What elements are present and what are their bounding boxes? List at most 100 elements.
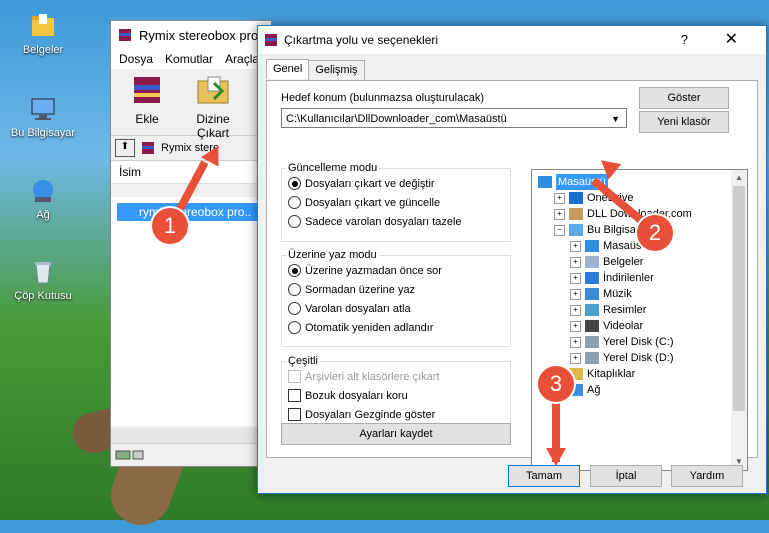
- chevron-down-icon[interactable]: ▼: [611, 109, 620, 129]
- update-mode-option[interactable]: Dosyaları çıkart ve değiştir: [282, 174, 510, 193]
- misc-option-keep-broken[interactable]: Bozuk dosyaları koru: [282, 386, 510, 405]
- desktop-icon: [538, 176, 552, 188]
- videos-icon: [585, 320, 599, 332]
- destination-label: Hedef konum (bulunmazsa oluşturulacak): [281, 92, 484, 104]
- menu-item-tools[interactable]: Araçla: [225, 52, 259, 66]
- add-button-label: Ekle: [135, 112, 159, 126]
- tree-vertical-scrollbar[interactable]: ▲ ▼: [731, 170, 747, 470]
- misc-option-show-in-explorer[interactable]: Dosyaları Gezginde göster: [282, 405, 510, 424]
- close-icon[interactable]: ✕: [725, 29, 738, 49]
- desktop-icon-label: Ağ: [36, 209, 50, 221]
- update-mode-option[interactable]: Dosyaları çıkart ve güncelle: [282, 193, 510, 212]
- expand-icon[interactable]: +: [554, 208, 565, 220]
- expand-icon[interactable]: +: [570, 352, 581, 364]
- expand-icon[interactable]: +: [570, 304, 581, 316]
- expand-icon[interactable]: +: [570, 336, 581, 348]
- checkbox[interactable]: [288, 389, 301, 402]
- option-label: Dosyaları çıkart ve değiştir: [305, 177, 435, 190]
- destination-path-combo[interactable]: C:\Kullanıcılar\DllDownloader_com\Masaüs…: [281, 108, 627, 128]
- winrar-titlebar[interactable]: Rymix stereobox pro: [111, 21, 271, 49]
- radio-button[interactable]: [288, 283, 301, 296]
- update-mode-legend: Güncelleme modu: [288, 162, 378, 174]
- extract-dialog: Çıkartma yolu ve seçenekleri ? ✕ Genel G…: [257, 25, 767, 494]
- expand-icon[interactable]: +: [570, 320, 581, 332]
- desktop-icon-network[interactable]: Ağ: [8, 177, 78, 221]
- desktop-icon-documents[interactable]: Belgeler: [8, 12, 78, 56]
- radio-button[interactable]: [288, 321, 301, 334]
- overwrite-mode-legend: Üzerine yaz modu: [288, 249, 377, 261]
- tab-general[interactable]: Genel: [266, 59, 310, 79]
- overwrite-mode-option[interactable]: Varolan dosyaları atla: [282, 299, 510, 318]
- overwrite-mode-option[interactable]: Otomatik yeniden adlandır: [282, 318, 510, 337]
- checkbox[interactable]: [288, 408, 301, 421]
- expand-icon[interactable]: +: [570, 272, 581, 284]
- list-item[interactable]: rymix stereobox pro..: [117, 203, 265, 221]
- dialog-titlebar[interactable]: Çıkartma yolu ve seçenekleri ? ✕: [258, 26, 766, 54]
- tree-node[interactable]: + Videolar: [570, 318, 643, 334]
- drive-status-icon: [115, 450, 144, 460]
- misc-option-subfolders: Arşivleri alt klasörlere çıkart: [282, 367, 510, 386]
- radio-button[interactable]: [288, 196, 301, 209]
- add-archive-icon: [134, 77, 160, 103]
- collapse-icon[interactable]: −: [554, 224, 565, 236]
- tree-node-label: Kitaplıklar: [587, 368, 636, 380]
- tree-node[interactable]: + Belgeler: [570, 254, 643, 270]
- radio-button[interactable]: [288, 215, 301, 228]
- save-settings-button[interactable]: Ayarları kaydet: [281, 423, 511, 445]
- tree-node-label: Resimler: [603, 304, 647, 316]
- radio-button[interactable]: [288, 177, 301, 190]
- downloads-icon: [585, 272, 599, 284]
- overwrite-mode-option[interactable]: Sormadan üzerine yaz: [282, 280, 510, 299]
- winrar-app-icon: [265, 34, 277, 46]
- help-icon[interactable]: ?: [681, 32, 688, 47]
- up-folder-button[interactable]: ⬆: [115, 139, 135, 157]
- network-icon: [33, 180, 53, 202]
- expand-icon[interactable]: +: [554, 192, 565, 204]
- scroll-up-arrow-icon[interactable]: ▲: [731, 170, 747, 186]
- expand-icon[interactable]: +: [570, 256, 581, 268]
- tree-node-label: İndirilenler: [603, 272, 654, 284]
- tree-node-label: Müzik: [603, 288, 632, 300]
- update-mode-group: Güncelleme modu Dosyaları çıkart ve deği…: [281, 162, 511, 242]
- tab-advanced[interactable]: Gelişmiş: [308, 60, 365, 80]
- option-label: Sormadan üzerine yaz: [305, 283, 416, 296]
- radio-button[interactable]: [288, 264, 301, 277]
- scrollbar-thumb[interactable]: [733, 186, 745, 411]
- extract-to-icon: [197, 76, 229, 104]
- winrar-window: Rymix stereobox pro Dosya Komutlar Araçl…: [110, 20, 272, 467]
- user-icon: [569, 208, 583, 220]
- option-label: Varolan dosyaları atla: [305, 302, 411, 315]
- recycle-bin-icon: [35, 262, 51, 284]
- update-mode-option[interactable]: Sadece varolan dosyaları tazele: [282, 212, 510, 231]
- ok-button[interactable]: Tamam: [508, 465, 580, 487]
- tree-node-label: Ağ: [587, 384, 601, 396]
- tree-node[interactable]: + İndirilenler: [570, 270, 654, 286]
- new-folder-button[interactable]: Yeni klasör: [639, 111, 729, 133]
- dialog-title: Çıkartma yolu ve seçenekleri: [284, 33, 439, 47]
- horizontal-scrollbar[interactable]: [111, 428, 271, 444]
- option-label: Dosyaları çıkart ve güncelle: [305, 196, 441, 209]
- help-button[interactable]: Yardım: [671, 465, 743, 487]
- menu-item-file[interactable]: Dosya: [119, 52, 153, 66]
- expand-icon[interactable]: +: [570, 288, 581, 300]
- destination-path-value: C:\Kullanıcılar\DllDownloader_com\Masaüs…: [286, 113, 507, 125]
- computer-icon: [31, 98, 55, 120]
- overwrite-mode-option[interactable]: Üzerine yazmadan önce sor: [282, 261, 510, 280]
- general-tab-panel: Hedef konum (bulunmazsa oluşturulacak) C…: [266, 80, 758, 471]
- tree-node[interactable]: + Resimler: [570, 302, 646, 318]
- misc-legend: Çeşitli: [288, 355, 318, 367]
- tree-node[interactable]: + Yerel Disk (C:): [570, 334, 674, 350]
- add-button[interactable]: Ekle: [119, 73, 175, 131]
- radio-button[interactable]: [288, 302, 301, 315]
- cancel-button[interactable]: İptal: [590, 465, 662, 487]
- menu-item-commands[interactable]: Komutlar: [165, 52, 213, 66]
- desktop-icon-recycle-bin[interactable]: Çöp Kutusu: [8, 258, 78, 302]
- tree-node[interactable]: + Müzik: [570, 286, 632, 302]
- file-list: rymix stereobox pro..: [111, 197, 271, 426]
- expand-icon[interactable]: +: [570, 240, 581, 252]
- show-button[interactable]: Göster: [639, 87, 729, 109]
- option-label: Bozuk dosyaları koru: [305, 389, 408, 402]
- desktop-icon-computer[interactable]: Bu Bilgisayar: [8, 95, 78, 139]
- extract-to-button[interactable]: Dizine Çıkart: [185, 73, 241, 140]
- tree-node[interactable]: + Yerel Disk (D:): [570, 350, 674, 366]
